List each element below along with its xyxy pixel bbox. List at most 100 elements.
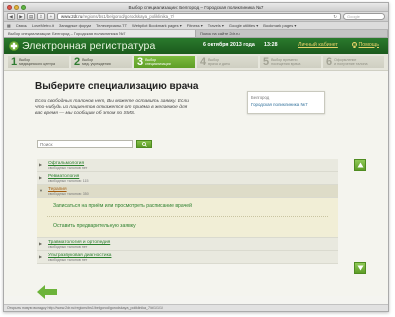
wizard-steps: 1 Выбор медицинского центра 2 Выбор мед. уч… (4, 54, 388, 71)
specialty-name[interactable]: Терапия (48, 187, 338, 192)
arrow-left-icon (37, 285, 57, 299)
browser-search-field[interactable]: Google (343, 13, 385, 20)
specialty-name[interactable]: Травматология и ортопедия (48, 240, 338, 245)
zoom-window-button[interactable] (21, 5, 26, 10)
wizard-step-1[interactable]: 1 Выбор медицинского центра (8, 56, 69, 68)
url-host: www.2dr.ru (61, 14, 83, 19)
title-bar: Выбор специализации: Белгород – Городска… (4, 3, 388, 12)
bookmark-item[interactable]: Webpilot Bookmark pages ▾ (132, 23, 182, 28)
specialty-actions-panel: Записаться на приём или просмотреть расп… (37, 198, 338, 238)
wizard-step-3: 3 Выбор специализации (134, 56, 195, 68)
close-window-button[interactable] (7, 5, 12, 10)
address-bar[interactable]: www.2dr.ru/regions/bs1/belgorod/gorodska… (57, 13, 341, 20)
arrow-up-icon (357, 162, 363, 168)
specialty-name[interactable]: Ультразвуковая диагностика (48, 253, 338, 258)
selected-clinic-box: Белгород Городская поликлиника №7 (247, 91, 325, 114)
specialty-name[interactable]: Ревматология (48, 174, 338, 179)
step-label: Выбор медицинского центра (19, 57, 55, 66)
chevron-right-icon[interactable]: ▶ (39, 241, 42, 246)
specialty-row[interactable]: ▼ Терапия свободных талонов: 350 (37, 185, 338, 198)
specialty-availability: свободных талонов: 115 (48, 178, 89, 183)
url-path: /regions/bs1/belgorod/gorodskaya_polikli… (82, 14, 174, 19)
search-button[interactable] (136, 140, 152, 148)
step-label: Выбор врача и даты (208, 57, 231, 66)
wizard-step-6: 6 Оформление и получение талона (323, 56, 384, 68)
back-step-button[interactable] (37, 285, 57, 299)
specialty-availability: свободных талонов нет (48, 165, 88, 170)
current-date: 6 октября 2013 года (203, 42, 255, 48)
specialty-row[interactable]: ▶ Ультразвуковая диагностика свободных тал… (37, 251, 338, 264)
chevron-down-icon[interactable]: ▼ (39, 188, 43, 193)
back-nav-button[interactable]: ◀ (7, 13, 15, 20)
step-number: 4 (200, 56, 207, 68)
top-sites-icon[interactable]: ▦ (7, 23, 11, 28)
scroll-down-button[interactable] (354, 262, 366, 274)
step-label: Выбор мед. учреждения (82, 57, 111, 66)
page-title: Выберите специализацию врача (35, 81, 199, 92)
reload-icon[interactable]: ↻ (333, 14, 337, 19)
intro-text: Если свободных талонов нет, Вы можете ос… (35, 99, 189, 117)
help-icon: ? (352, 42, 357, 47)
browser-window: Выбор специализации: Белгород – Городска… (3, 2, 389, 312)
specialty-row[interactable]: ▶ Травматология и ортопедия свободных тало… (37, 238, 338, 251)
specialty-list: ▶ Офтальмология свободных талонов нет ▶ Ревм… (37, 159, 338, 264)
step-label: Выбор времени посещения врача (271, 57, 301, 66)
logo-cross-icon (9, 41, 19, 51)
step-number: 2 (74, 56, 81, 68)
bookmark-item[interactable]: Западные форум (59, 23, 91, 28)
leave-request-link[interactable]: Оставить предварительную заявку (53, 223, 136, 229)
help-link[interactable]: ? Помощь (352, 42, 379, 48)
browser-tab[interactable]: Поиск на сайте 2dr.ru (196, 30, 388, 37)
chevron-right-icon[interactable]: ▶ (39, 254, 42, 259)
personal-cabinet-link[interactable]: Личный кабинет (298, 42, 338, 48)
clinic-city: Белгород (251, 95, 270, 100)
browser-search-placeholder: Google (347, 14, 360, 19)
bookmark-item[interactable]: Travels ▾ (208, 23, 224, 28)
chevron-right-icon[interactable]: ▶ (39, 175, 42, 180)
wizard-step-2[interactable]: 2 Выбор мед. учреждения (71, 56, 132, 68)
bookmark-item[interactable]: Связь (16, 23, 27, 28)
bookmark-item[interactable]: Телесериалы.ТТ (96, 23, 127, 28)
window-title: Выбор специализации: Белгород – Городска… (128, 4, 264, 10)
minimize-window-button[interactable] (14, 5, 19, 10)
sidebar-toggle-button[interactable]: ▤ (27, 13, 35, 20)
browser-toolbar: ◀ ▶ ▤ ⇪ + www.2dr.ru/regions/bs1/belgoro… (4, 12, 388, 22)
share-button[interactable]: ⇪ (37, 13, 45, 20)
bookmark-item[interactable]: Fitness ▾ (187, 23, 203, 28)
clinic-name[interactable]: Городская поликлиника №7 (251, 102, 321, 107)
bookmark-item[interactable]: LoveMetro.it (32, 23, 54, 28)
window-controls (7, 5, 26, 10)
step-number: 3 (137, 56, 144, 68)
search-icon (141, 141, 147, 147)
step-label: Оформление и получение талона (334, 57, 368, 66)
site-title: Электронная регистратура (22, 40, 156, 52)
specialty-search (37, 140, 152, 148)
current-time: 13:28 (264, 42, 278, 48)
specialty-availability: свободных талонов нет (48, 257, 88, 262)
step-number: 5 (263, 56, 270, 68)
bookmark-item[interactable]: Google utilities ▾ (229, 23, 258, 28)
scroll-up-button[interactable] (354, 159, 366, 171)
bookmark-item[interactable]: Bookmark pages ▾ (263, 23, 296, 28)
add-tab-button[interactable]: + (47, 13, 55, 20)
specialty-name[interactable]: Офтальмология (48, 161, 338, 166)
step-number: 6 (326, 56, 333, 68)
help-link-label: Помощь (358, 41, 379, 48)
wizard-step-5: 5 Выбор времени посещения врача (260, 56, 321, 68)
browser-status-bar: Открыть новую вкладку http://www.2dr.ru/… (4, 304, 388, 311)
bookmarks-bar: ▦ Связь LoveMetro.it Западные форум Телесери… (4, 22, 388, 30)
specialty-row[interactable]: ▶ Офтальмология свободных талонов нет (37, 159, 338, 172)
chevron-right-icon[interactable]: ▶ (39, 162, 42, 167)
specialty-availability: свободных талонов нет (48, 244, 88, 249)
step-number: 1 (11, 56, 18, 68)
specialty-row[interactable]: ▶ Ревматология свободных талонов: 115 (37, 172, 338, 185)
specialty-search-input[interactable] (37, 140, 133, 148)
site-header: Электронная регистратура 6 октября 2013 … (4, 38, 388, 54)
book-appointment-link[interactable]: Записаться на приём или просмотреть расп… (53, 203, 192, 209)
forward-nav-button[interactable]: ▶ (17, 13, 25, 20)
browser-tab[interactable]: Выбор специализации: Белгород – Городска… (4, 30, 196, 37)
specialty-availability: свободных талонов: 350 (48, 191, 89, 196)
browser-tabs: Выбор специализации: Белгород – Городска… (4, 30, 388, 38)
main-content: Выберите специализацию врача Если свобод… (4, 74, 388, 299)
arrow-down-icon (357, 265, 363, 271)
